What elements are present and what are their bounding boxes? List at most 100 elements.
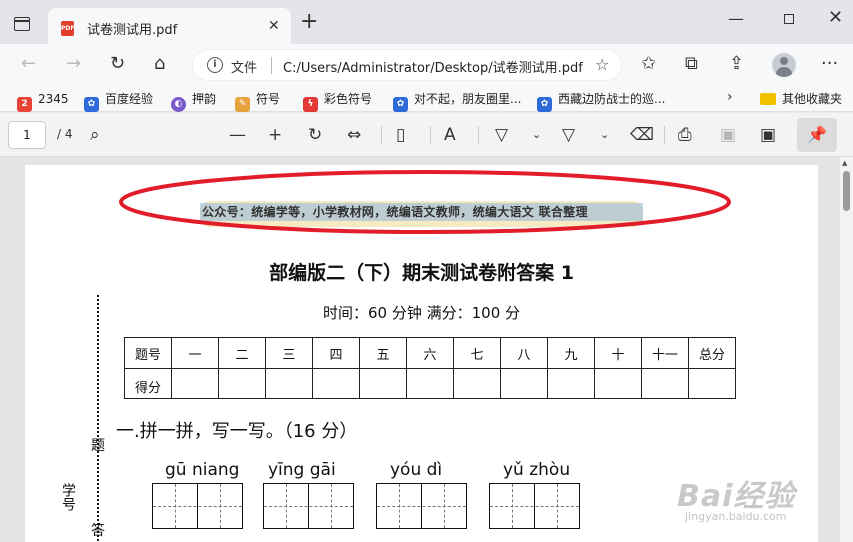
add-favorite-icon[interactable]: ☆ <box>595 55 609 74</box>
bookmark-label: 符号 <box>256 92 281 106</box>
table-row-label: 得分 <box>124 368 172 399</box>
pdf-page: 公众号：统编学等，小学教材网，统编语文教师，统编大语文 联合整理 部编版二（下）… <box>25 165 818 542</box>
new-tab-icon[interactable]: + <box>300 11 318 33</box>
save-icon[interactable]: ▣ <box>720 123 736 147</box>
paw-icon: ✿ <box>537 97 552 112</box>
bookmark-item[interactable]: ✿ 百度经验 <box>84 90 153 112</box>
red-ellipse-annotation <box>119 170 731 234</box>
zoom-out-icon[interactable]: — <box>229 123 246 147</box>
info-icon[interactable]: i <box>207 57 223 73</box>
eraser-icon[interactable]: ⌫ <box>630 123 654 147</box>
draw-icon[interactable]: ▽ <box>495 123 508 147</box>
writing-grid <box>152 483 243 529</box>
chevron-down-icon[interactable]: ⌄ <box>600 123 609 147</box>
table-cell <box>500 368 548 399</box>
pinyin-text: yīng gāi <box>268 460 336 480</box>
more-menu-icon[interactable]: ··· <box>821 52 838 76</box>
bookmark-label: 彩色符号 <box>324 92 373 106</box>
grid-dash <box>490 506 579 507</box>
collections-icon[interactable]: ⧉ <box>685 52 698 76</box>
chevron-right-icon[interactable]: › <box>727 89 733 105</box>
forward-icon[interactable]: → <box>66 52 81 76</box>
print-icon[interactable]: ⎙ <box>678 123 692 147</box>
page-number-input[interactable]: 1 <box>8 121 46 149</box>
chevron-down-icon[interactable]: ⌄ <box>532 123 541 147</box>
pdf-toolbar: 1 / 4 ⌕ — + ↻ ⇔ ▯ A ▽ ⌄ ▽ ⌄ ⌫ ⎙ ▣ ▣ 📌 <box>0 113 853 157</box>
bookmark-label: 西藏边防战士的巡... <box>558 92 666 106</box>
table-cell <box>547 368 595 399</box>
bookmark-label: 押韵 <box>192 92 217 106</box>
rotate-icon[interactable]: ↻ <box>308 123 322 147</box>
tab-bar: PDF 试卷测试用.pdf ✕ + — ✕ <box>0 0 853 45</box>
favorites-icon[interactable]: ✩ <box>641 52 656 76</box>
grid-dash <box>377 506 466 507</box>
back-icon[interactable]: ← <box>21 52 36 76</box>
home-icon[interactable]: ⌂ <box>154 52 165 76</box>
zoom-in-icon[interactable]: + <box>268 123 282 147</box>
folder-label: 其他收藏夹 <box>782 92 843 106</box>
table-cell <box>406 368 454 399</box>
bookmark-item[interactable]: ✿ 对不起，朋友圈里... <box>393 90 522 112</box>
share-icon[interactable]: ⇪ <box>729 52 744 76</box>
table-cell <box>594 368 642 399</box>
grid-dash <box>264 506 353 507</box>
minimize-icon[interactable]: — <box>728 9 744 28</box>
document-meta: 时间：60 分钟 满分：100 分 <box>322 304 521 322</box>
page-view-icon[interactable]: ▯ <box>396 123 405 147</box>
bookmark-label: 对不起，朋友圈里... <box>414 92 522 106</box>
lightning-icon: ϟ <box>303 97 318 112</box>
profile-avatar[interactable] <box>772 53 796 77</box>
scrollbar-thumb[interactable] <box>843 171 850 211</box>
table-header-cell: 十 <box>594 337 642 369</box>
address-bar[interactable]: i 文件 C:/Users/Administrator/Desktop/试卷测试… <box>192 49 622 81</box>
tab-close-icon[interactable]: ✕ <box>268 18 280 34</box>
table-cell <box>453 368 501 399</box>
table-cell <box>312 368 360 399</box>
table-header-cell: 二 <box>218 337 266 369</box>
address-url[interactable]: C:/Users/Administrator/Desktop/试卷测试用.pdf <box>283 57 583 76</box>
table-cell <box>265 368 313 399</box>
section-heading: 一.拼一拼，写一写。（16 分） <box>116 421 358 442</box>
maximize-icon[interactable] <box>784 14 794 24</box>
bookmark-item[interactable]: ✎ 符号 <box>235 90 281 112</box>
paw-icon: ✿ <box>393 97 408 112</box>
search-icon[interactable]: ⌕ <box>90 123 100 147</box>
save-as-icon[interactable]: ▣ <box>760 123 776 147</box>
tab-actions-icon[interactable] <box>14 17 30 31</box>
bookmark-item[interactable]: ✿ 西藏边防战士的巡... <box>537 90 666 112</box>
table-header-cell: 一 <box>171 337 219 369</box>
highlight-icon[interactable]: ▽ <box>562 123 575 147</box>
table-header-cell: 九 <box>547 337 595 369</box>
bookmark-item[interactable]: ◐ 押韵 <box>171 90 217 112</box>
writing-grid <box>376 483 467 529</box>
table-header-cell: 八 <box>500 337 548 369</box>
other-favorites-folder[interactable]: 其他收藏夹 <box>760 90 842 108</box>
table-row: 得分 <box>124 368 736 399</box>
bookmark-item[interactable]: ϟ 彩色符号 <box>303 90 373 112</box>
side-label: 学号 <box>60 483 76 511</box>
table-header-cell: 六 <box>406 337 454 369</box>
toolbar-divider <box>430 126 431 144</box>
refresh-icon[interactable]: ↻ <box>110 52 125 76</box>
pin-toolbar-icon[interactable]: 📌 <box>797 118 837 152</box>
tab-title: 试卷测试用.pdf <box>87 23 178 38</box>
table-header-cell: 十一 <box>641 337 689 369</box>
binding-line <box>97 295 99 542</box>
tab-active[interactable]: PDF 试卷测试用.pdf ✕ <box>48 8 291 45</box>
table-cell <box>688 368 736 399</box>
read-aloud-icon[interactable]: A <box>444 123 456 147</box>
document-viewport[interactable]: 公众号：统编学等，小学教材网，统编语文教师，统编大语文 联合整理 部编版二（下）… <box>0 157 853 542</box>
vertical-scrollbar[interactable] <box>840 157 853 542</box>
table-header-cell: 题号 <box>124 337 172 369</box>
toolbar-divider <box>664 126 665 144</box>
side-label: 答 <box>91 523 105 539</box>
toolbar-divider <box>381 126 382 144</box>
bookmark-item[interactable]: 2 2345 <box>17 90 69 112</box>
fit-width-icon[interactable]: ⇔ <box>347 123 361 147</box>
window-close-icon[interactable]: ✕ <box>828 7 843 28</box>
toolbar-divider <box>478 126 479 144</box>
table-header-cell: 总分 <box>688 337 736 369</box>
writing-grid <box>263 483 354 529</box>
pinyin-text: yóu dì <box>390 460 443 480</box>
scroll-up-icon[interactable]: ▲ <box>842 159 847 167</box>
